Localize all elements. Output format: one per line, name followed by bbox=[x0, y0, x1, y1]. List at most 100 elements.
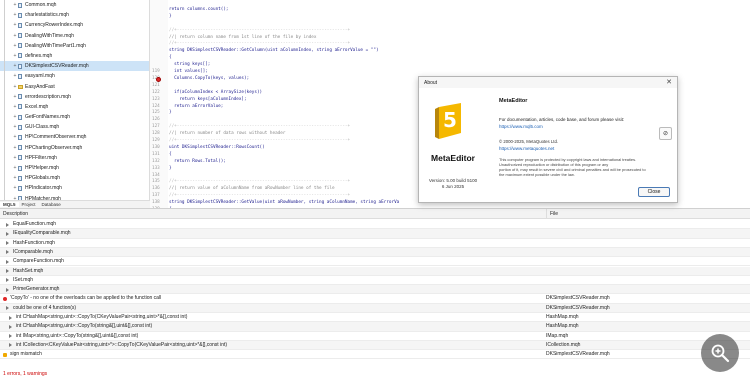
tree-item[interactable]: + defines.mqh bbox=[0, 50, 149, 62]
file-icon bbox=[18, 2, 22, 8]
message-row[interactable]: int ICollection<CKeyValuePair<string,uin… bbox=[0, 340, 750, 351]
warning-icon bbox=[3, 352, 7, 357]
tree-item-label: Excel.mqh bbox=[25, 103, 49, 110]
code-line[interactable]: 119 int values[]; bbox=[150, 69, 750, 76]
tree-item-label: errordescription.mqh bbox=[25, 93, 71, 100]
metaquotes-link[interactable]: https://www.metaquotes.net bbox=[499, 146, 554, 151]
build-date: 6 Jun 2025 bbox=[441, 184, 465, 189]
message-row[interactable]: ISet.mqh bbox=[0, 276, 750, 286]
line-number: 123 bbox=[152, 96, 160, 102]
tree-guide-line bbox=[4, 152, 5, 163]
tab-project[interactable]: Project bbox=[19, 202, 39, 207]
metaeditor-logo-icon: 5 bbox=[435, 103, 461, 139]
code-line[interactable] bbox=[150, 21, 750, 28]
code-line[interactable] bbox=[150, 0, 750, 7]
tree-item[interactable]: + HPIndicator.mqh bbox=[0, 183, 149, 194]
tree-guide-line bbox=[4, 30, 5, 41]
tree-guide-line bbox=[4, 112, 5, 123]
tree-item[interactable]: + charlestatistics.mqh bbox=[0, 10, 149, 21]
message-file: HashMap.mqh bbox=[546, 314, 579, 320]
tree-guide-line bbox=[4, 122, 5, 133]
message-row[interactable]: CompareFunction.mqh bbox=[0, 257, 750, 267]
tab-mql5[interactable]: MQL5 bbox=[0, 202, 19, 207]
code-text: return keys[aColumnIndex]; bbox=[169, 96, 247, 102]
tree-item-label: EasyAndFast bbox=[25, 83, 55, 90]
code-line[interactable]: string DKSimplestCSVReader::GetColumn(ui… bbox=[150, 48, 750, 55]
message-row[interactable]: could be one of 4 function(s) DKSimplestC… bbox=[0, 303, 750, 313]
tree-item[interactable]: + GUI-Class.mqh bbox=[0, 122, 149, 133]
message-text: 'CopyTo' - no one of the overloads can b… bbox=[10, 295, 162, 302]
mql5-link[interactable]: https://www.mql5.com bbox=[499, 124, 543, 129]
tree-item[interactable]: + DealingWithTimePart1.mqh bbox=[0, 40, 149, 51]
tree-item[interactable]: + HPChartingObserver.mqh bbox=[0, 142, 149, 153]
file-icon bbox=[18, 165, 22, 171]
message-row[interactable]: sign mismatch DKSimplestCSVReader.mqh bbox=[0, 350, 750, 360]
code-line[interactable]: } bbox=[150, 14, 750, 21]
file-icon bbox=[18, 94, 22, 100]
line-number: 132 bbox=[152, 158, 160, 164]
message-row[interactable]: int CHashMap<string,uint>::CopyTo(string… bbox=[0, 322, 750, 332]
dialog-titlebar: About ✕ bbox=[419, 77, 677, 88]
message-row[interactable]: 'CopyTo' - no one of the overloads can b… bbox=[0, 294, 750, 304]
tree-item-label: CurrencyRowerIndex.mqh bbox=[25, 22, 84, 29]
code-text: Columns.CopyTo(keys, values); bbox=[169, 75, 250, 81]
info-arrow-icon bbox=[6, 250, 9, 255]
errors-panel: Description File 1 errors, 1 warnings Eq… bbox=[0, 208, 750, 379]
line-number: 138 bbox=[152, 200, 160, 206]
tree-item-label: defines.mqh bbox=[25, 52, 53, 59]
message-row[interactable]: EqualFunction.mqh bbox=[0, 220, 750, 230]
code-line[interactable]: return columns.count(); bbox=[150, 7, 750, 14]
navigator-panel: + Common.mqh + charlestatistics.mqh + Currenc… bbox=[0, 0, 150, 200]
tree-item-label: DealingWithTimePart1.mqh bbox=[25, 42, 86, 49]
code-line[interactable]: //+-------------------------------------… bbox=[150, 28, 750, 35]
message-row[interactable]: IEqualityComparable.mqh bbox=[0, 229, 750, 239]
message-row[interactable]: int IMap<string,uint>::CopyTo(string&[],… bbox=[0, 332, 750, 341]
tree-item[interactable]: + DKSimplestCSVReader.mqh bbox=[0, 61, 149, 72]
message-file: DKSimplestCSVReader.mqh bbox=[546, 295, 610, 302]
tree-guide-line bbox=[4, 50, 5, 62]
close-icon[interactable]: ✕ bbox=[666, 78, 672, 87]
tree-item[interactable]: + CurrencyRowerIndex.mqh bbox=[0, 20, 149, 31]
file-icon bbox=[18, 53, 22, 59]
tree-item[interactable]: + errordescription.mqh bbox=[0, 91, 149, 102]
tree-item[interactable]: + Common.mqh bbox=[0, 0, 149, 11]
tree-item-label: charlestatistics.mqh bbox=[25, 12, 69, 19]
link-icon[interactable]: ⊘ bbox=[659, 127, 672, 140]
message-text: HashSet.mqh bbox=[13, 267, 44, 274]
tree-item[interactable]: + Excel.mqh bbox=[0, 101, 149, 113]
info-arrow-icon bbox=[9, 334, 12, 339]
message-file: DKSimplestCSVReader.mqh bbox=[546, 304, 610, 311]
code-line[interactable]: { bbox=[150, 55, 750, 62]
folder-icon bbox=[18, 84, 23, 89]
info-arrow-icon bbox=[6, 287, 9, 292]
tree-item[interactable]: + HPGlobals.mqh bbox=[0, 173, 149, 184]
tree-item[interactable]: + GetFontNames.mqh bbox=[0, 112, 149, 123]
tree-item[interactable]: + EasyAndFast bbox=[0, 81, 149, 92]
column-description-header[interactable]: Description bbox=[3, 209, 28, 219]
column-file-header[interactable]: File bbox=[546, 209, 558, 219]
copyright-text: © 2000-2025, MetaQuotes Ltd. bbox=[499, 139, 559, 144]
code-line[interactable]: string keys[]; bbox=[150, 62, 750, 69]
message-row[interactable]: PrimeGenerator.mqh bbox=[0, 285, 750, 295]
tab-database[interactable]: Database bbox=[39, 202, 64, 207]
tree-item[interactable]: + HP\Helper.mqh bbox=[0, 163, 149, 174]
message-text: int IMap<string,uint>::CopyTo(string&[],… bbox=[16, 332, 139, 339]
tree-item[interactable]: + HP\CommentObserver.mqh bbox=[0, 132, 149, 143]
tree-item[interactable]: + easyaml.mqh bbox=[0, 71, 149, 82]
code-text: return columns.count(); bbox=[169, 6, 229, 12]
file-icon bbox=[18, 104, 22, 110]
zoom-overlay-button[interactable] bbox=[701, 334, 739, 372]
info-arrow-icon bbox=[9, 315, 12, 320]
tree-item[interactable]: + HPFFilter.mqh bbox=[0, 152, 149, 163]
error-marker-icon bbox=[156, 76, 161, 82]
message-row[interactable]: IComparable.mqh bbox=[0, 247, 750, 258]
message-row[interactable]: HashSet.mqh bbox=[0, 266, 750, 276]
file-icon bbox=[18, 114, 22, 120]
tree-guide-line bbox=[4, 163, 5, 174]
close-button[interactable]: Close bbox=[638, 187, 670, 197]
tree-item[interactable]: + DealingWithTime.mqh bbox=[0, 30, 149, 41]
tree-guide-line bbox=[4, 183, 5, 194]
message-row[interactable]: int CHashMap<string,uint>::CopyTo(CKeyVa… bbox=[0, 313, 750, 323]
message-row[interactable]: HashFunction.mqh bbox=[0, 239, 750, 248]
file-icon bbox=[18, 12, 22, 18]
